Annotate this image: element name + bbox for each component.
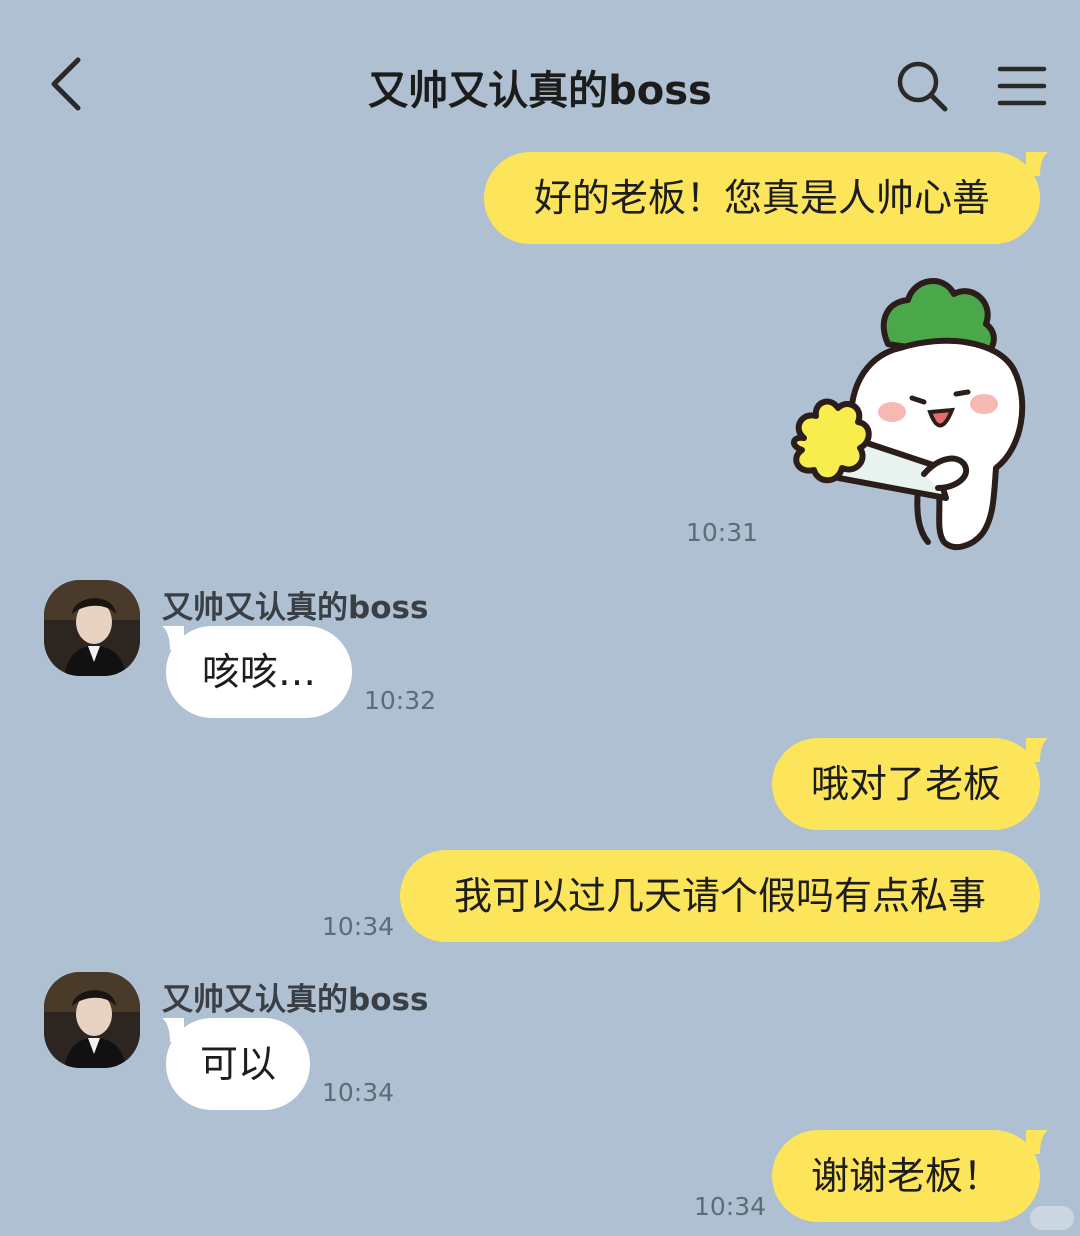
back-button[interactable] xyxy=(36,52,96,116)
message-timestamp: 10:34 xyxy=(322,912,395,941)
message-timestamp: 10:34 xyxy=(694,1192,767,1221)
chat-title: 又帅又认真的boss xyxy=(368,68,712,114)
message-timestamp: 10:31 xyxy=(686,518,759,547)
message-text: 我可以过几天请个假吗有点私事 xyxy=(453,874,986,918)
message-text: 咳咳… xyxy=(201,650,316,694)
avatar-photo xyxy=(44,972,140,1068)
sender-name: 又帅又认真的boss xyxy=(162,982,429,1018)
sender-name: 又帅又认真的boss xyxy=(162,590,429,626)
outgoing-message-bubble[interactable]: 好的老板！您真是人帅心善 xyxy=(484,152,1040,244)
watermark-logo xyxy=(1030,1206,1074,1230)
message-text: 可以 xyxy=(199,1042,276,1086)
chevron-left-icon xyxy=(51,57,81,111)
search-icon xyxy=(897,61,948,112)
hamburger-menu-icon xyxy=(997,66,1047,106)
incoming-message-bubble[interactable]: 可以 xyxy=(166,1018,310,1110)
message-timestamp: 10:32 xyxy=(364,686,437,715)
message-text: 哦对了老板 xyxy=(810,762,1001,806)
bubble-tail xyxy=(1026,1130,1048,1154)
incoming-message-bubble[interactable]: 咳咳… xyxy=(166,626,352,718)
outgoing-message-bubble[interactable]: 我可以过几天请个假吗有点私事 xyxy=(400,850,1040,942)
message-text: 谢谢老板！ xyxy=(810,1154,1001,1198)
radish-holding-bouquet-sticker[interactable] xyxy=(768,262,1040,552)
message-timestamp: 10:34 xyxy=(322,1078,395,1107)
chat-header: 又帅又认真的boss xyxy=(0,0,1080,150)
bubble-tail xyxy=(1026,738,1048,762)
avatar-photo xyxy=(44,580,140,676)
message-text: 好的老板！您真是人帅心善 xyxy=(533,176,990,220)
outgoing-message-bubble[interactable]: 谢谢老板！ xyxy=(772,1130,1040,1222)
search-button[interactable] xyxy=(890,54,954,118)
outgoing-message-bubble[interactable]: 哦对了老板 xyxy=(772,738,1040,830)
avatar[interactable] xyxy=(44,972,140,1068)
menu-button[interactable] xyxy=(990,54,1054,118)
bubble-tail xyxy=(1026,152,1048,176)
avatar[interactable] xyxy=(44,580,140,676)
